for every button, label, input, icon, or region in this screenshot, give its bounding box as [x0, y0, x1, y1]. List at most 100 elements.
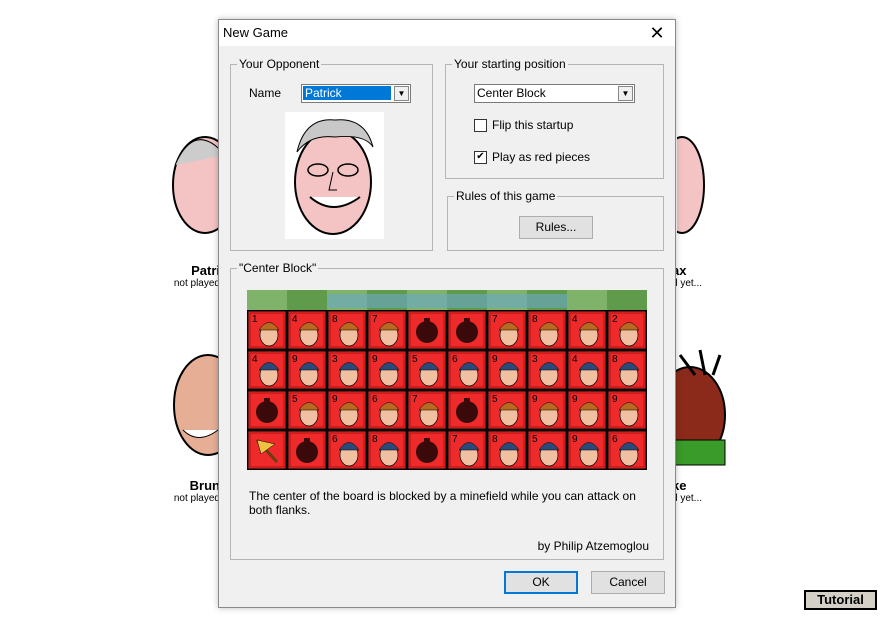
board-piece[interactable]: 5 — [407, 350, 447, 390]
board-piece[interactable]: 4 — [287, 310, 327, 350]
piece-rank-label: 2 — [612, 314, 618, 325]
group-label: Your Opponent — [237, 57, 322, 71]
piece-rank-label: 9 — [572, 434, 578, 445]
board-piece[interactable]: 5 — [287, 390, 327, 430]
board-piece[interactable] — [447, 310, 487, 350]
group-label: Rules of this game — [454, 189, 558, 203]
board-piece[interactable] — [447, 390, 487, 430]
close-icon[interactable]: ✕ — [645, 21, 669, 45]
board-piece[interactable]: 9 — [287, 350, 327, 390]
piece-rank-label: 9 — [572, 394, 578, 405]
bg-opponent-status: not played — [173, 493, 220, 504]
board-piece[interactable]: 3 — [327, 350, 367, 390]
opponent-face-icon — [172, 136, 238, 234]
board-piece[interactable]: 7 — [487, 310, 527, 350]
ok-button[interactable]: OK — [504, 571, 578, 594]
cancel-button[interactable]: Cancel — [591, 571, 665, 594]
piece-rank-label: 8 — [532, 314, 538, 325]
rules-button[interactable]: Rules... — [519, 216, 593, 239]
checkbox-box[interactable] — [474, 119, 487, 132]
bg-opponent-name: ax — [672, 263, 687, 278]
board-piece[interactable]: 4 — [567, 350, 607, 390]
board-terrain-tile — [287, 290, 327, 310]
board-piece[interactable]: 5 — [487, 390, 527, 430]
opponent-face-icon — [172, 354, 243, 456]
dialog-titlebar[interactable]: New Game ✕ — [219, 20, 675, 46]
piece-rank-label: 9 — [292, 354, 298, 365]
board-piece[interactable]: 6 — [607, 430, 647, 470]
checkmark-icon[interactable]: ✔ — [474, 151, 487, 164]
board-piece[interactable]: 3 — [527, 350, 567, 390]
board-piece[interactable]: 6 — [447, 350, 487, 390]
piece-rank-label: 5 — [492, 394, 498, 405]
opponent-portrait — [285, 112, 384, 239]
board-terrain-tile — [567, 290, 607, 310]
flip-label: Flip this startup — [492, 118, 574, 132]
board-piece[interactable]: 8 — [327, 310, 367, 350]
chevron-down-icon[interactable]: ▼ — [394, 86, 409, 101]
group-label: "Center Block" — [237, 261, 319, 275]
board-piece[interactable]: 2 — [607, 310, 647, 350]
piece-rank-label: 4 — [572, 314, 578, 325]
board-piece[interactable]: 9 — [567, 430, 607, 470]
bg-opponent-mike[interactable] — [653, 345, 732, 473]
position-select-value: Center Block — [477, 86, 546, 100]
group-label: Your starting position — [452, 57, 568, 71]
board-piece[interactable]: 8 — [607, 350, 647, 390]
board-piece[interactable]: 1 — [247, 310, 287, 350]
board-piece[interactable] — [247, 390, 287, 430]
opponent-group: Your Opponent Name Patrick ▼ — [230, 57, 433, 251]
piece-rank-label: 9 — [492, 354, 498, 365]
chevron-down-icon[interactable]: ▼ — [618, 86, 633, 101]
board-piece[interactable]: 4 — [567, 310, 607, 350]
board-lake — [327, 294, 567, 308]
board-piece[interactable]: 7 — [407, 390, 447, 430]
bg-opponent-status: d yet... — [672, 493, 703, 504]
board-piece[interactable]: 9 — [567, 390, 607, 430]
board-piece[interactable]: 8 — [527, 310, 567, 350]
bg-opponent-max[interactable] — [659, 135, 732, 253]
piece-rank-label: 7 — [492, 314, 498, 325]
board-piece[interactable]: 8 — [367, 430, 407, 470]
board-piece[interactable]: 6 — [367, 390, 407, 430]
bg-opponent-bruno[interactable] — [165, 350, 243, 468]
board-piece[interactable]: 9 — [487, 350, 527, 390]
board-piece[interactable]: 9 — [327, 390, 367, 430]
board-piece[interactable] — [407, 310, 447, 350]
piece-rank-label: 6 — [612, 434, 618, 445]
board-piece[interactable]: 7 — [367, 310, 407, 350]
piece-rank-label: 4 — [292, 314, 298, 325]
position-select[interactable]: Center Block ▼ — [474, 84, 635, 103]
piece-rank-label: 7 — [412, 394, 418, 405]
piece-rank-label: 5 — [412, 354, 418, 365]
board-piece[interactable]: 8 — [487, 430, 527, 470]
bg-opponent-name: ke — [672, 478, 687, 493]
board-piece[interactable]: 7 — [447, 430, 487, 470]
piece-rank-label: 3 — [332, 354, 338, 365]
board-piece[interactable]: 4 — [247, 350, 287, 390]
piece-rank-label: 8 — [492, 434, 498, 445]
piece-rank-label: 9 — [532, 394, 538, 405]
piece-rank-label: 6 — [332, 434, 338, 445]
opponent-select[interactable]: Patrick ▼ — [301, 84, 411, 103]
board-piece[interactable]: 9 — [367, 350, 407, 390]
board-piece[interactable] — [407, 430, 447, 470]
board-piece[interactable] — [247, 430, 287, 470]
tutorial-button[interactable]: Tutorial — [804, 590, 877, 610]
name-label: Name — [249, 86, 282, 100]
board-piece[interactable] — [287, 430, 327, 470]
bg-opponent-status: not played — [173, 278, 220, 289]
piece-rank-label: 4 — [252, 354, 258, 365]
bg-opponent-status: d yet... — [672, 278, 703, 289]
piece-rank-label: 3 — [532, 354, 538, 365]
board-piece[interactable]: 5 — [527, 430, 567, 470]
piece-rank-label: 8 — [332, 314, 338, 325]
red-pieces-label: Play as red pieces — [492, 150, 591, 164]
piece-rank-label: 6 — [452, 354, 458, 365]
board-preview: 1 4 8 7 7 8 4 2 4 9 3 9 5 6 9 3 4 8 5 9 6 7 5 9 9 9 6 8 7 8 5 9 6 — [247, 290, 647, 470]
board-piece[interactable]: 6 — [327, 430, 367, 470]
bg-opponent-name: Patri — [191, 263, 220, 278]
piece-rank-label: 5 — [292, 394, 298, 405]
board-piece[interactable]: 9 — [607, 390, 647, 430]
board-piece[interactable]: 9 — [527, 390, 567, 430]
